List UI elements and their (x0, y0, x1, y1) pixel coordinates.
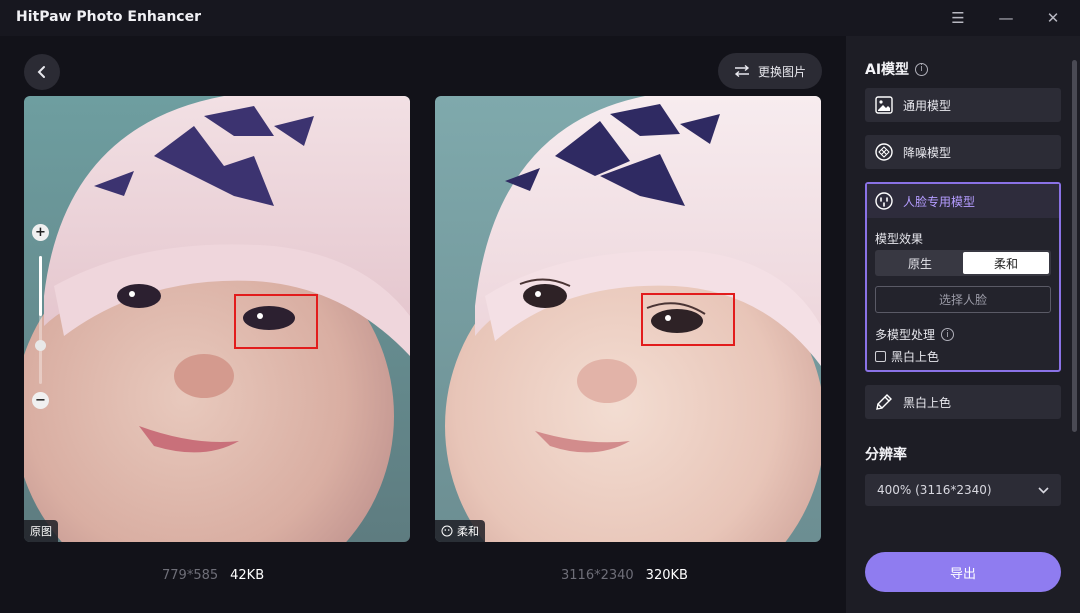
effect-tag-label: 柔和 (457, 525, 479, 538)
app-title: HitPaw Photo Enhancer (16, 9, 201, 25)
enhanced-image[interactable]: 柔和 (435, 96, 821, 542)
resolution-heading: 分辨率 (865, 447, 907, 463)
effect-option-native[interactable]: 原生 (877, 252, 963, 274)
zoom-handle[interactable] (35, 340, 46, 351)
resolution-value: 400% (3116*2340) (877, 483, 992, 497)
resolution-select[interactable]: 400% (3116*2340) (865, 474, 1061, 506)
colorize-checkbox[interactable] (875, 351, 886, 362)
enhanced-filesize: 320KB (645, 568, 688, 583)
title-bar: HitPaw Photo Enhancer ☰ — ✕ (0, 0, 1080, 36)
original-tag: 原图 (24, 520, 58, 542)
replace-image-label: 更换图片 (757, 64, 806, 79)
denoise-icon (875, 143, 893, 161)
ai-model-heading: AI模型 i (865, 59, 929, 79)
chevron-down-icon (1038, 486, 1049, 494)
model-face-panel: 人脸专用模型 模型效果 原生 柔和 选择人脸 多模型处理 i 黑白上色 (865, 182, 1061, 372)
minimize-icon[interactable]: — (994, 6, 1018, 30)
effect-option-soft[interactable]: 柔和 (963, 252, 1049, 274)
colorize-icon (875, 393, 893, 411)
model-face-label: 人脸专用模型 (903, 194, 976, 209)
ai-model-title: AI模型 (865, 62, 910, 78)
face-icon (875, 192, 893, 210)
model-general-label: 通用模型 (903, 98, 952, 113)
effect-tag: 柔和 (435, 520, 485, 542)
zoom-in-button[interactable]: + (32, 224, 49, 241)
original-dimensions: 779*585 (162, 568, 219, 583)
highlight-box-right (641, 293, 735, 346)
image-icon (875, 96, 893, 114)
original-image[interactable]: 原图 (24, 96, 410, 542)
menu-icon[interactable]: ☰ (946, 6, 970, 30)
model-face[interactable]: 人脸专用模型 (867, 184, 1059, 218)
chevron-left-icon (37, 66, 45, 78)
info-icon[interactable]: i (915, 62, 929, 76)
model-denoise-label: 降噪模型 (903, 145, 952, 160)
export-button[interactable]: 导出 (865, 552, 1061, 592)
info-icon[interactable]: i (941, 328, 955, 341)
enhanced-meta: 3116*2340 320KB (561, 568, 688, 583)
model-denoise[interactable]: 降噪模型 (865, 135, 1061, 169)
face-icon (441, 525, 453, 537)
original-filesize: 42KB (230, 568, 265, 583)
original-meta: 779*585 42KB (162, 568, 264, 583)
zoom-fill (39, 256, 42, 316)
sidebar-scrollbar[interactable] (1072, 60, 1077, 432)
baby-photo-original (24, 96, 410, 542)
enhanced-dimensions: 3116*2340 (561, 568, 634, 583)
baby-photo-enhanced (435, 96, 821, 542)
model-general[interactable]: 通用模型 (865, 88, 1061, 122)
select-face-button[interactable]: 选择人脸 (875, 286, 1051, 313)
replace-image-button[interactable]: 更换图片 (718, 53, 822, 89)
multi-model-heading: 多模型处理 i (875, 326, 955, 343)
back-button[interactable] (24, 54, 60, 90)
colorize-checkbox-label: 黑白上色 (891, 350, 940, 364)
app-window: HitPaw Photo Enhancer ☰ — ✕ 更换图片 原图 柔和 +… (0, 0, 1080, 613)
swap-icon (734, 65, 750, 77)
model-colorize[interactable]: 黑白上色 (865, 385, 1061, 419)
preview-area: 更换图片 原图 柔和 + − 779*585 42KB 3116*2340 32… (0, 36, 846, 613)
colorize-checkbox-row[interactable]: 黑白上色 (875, 348, 939, 365)
highlight-box-left (234, 294, 318, 349)
zoom-out-button[interactable]: − (32, 392, 49, 409)
settings-sidebar: AI模型 i 通用模型 降噪模型 人脸专用模型 模型效果 原生 柔和 选择人脸 … (846, 36, 1080, 613)
multi-model-label: 多模型处理 (875, 328, 936, 342)
effect-segmented-control[interactable]: 原生 柔和 (875, 250, 1051, 276)
close-icon[interactable]: ✕ (1041, 6, 1065, 30)
zoom-control[interactable]: + − (32, 224, 50, 409)
model-colorize-label: 黑白上色 (903, 395, 952, 410)
model-effect-label: 模型效果 (875, 232, 924, 246)
